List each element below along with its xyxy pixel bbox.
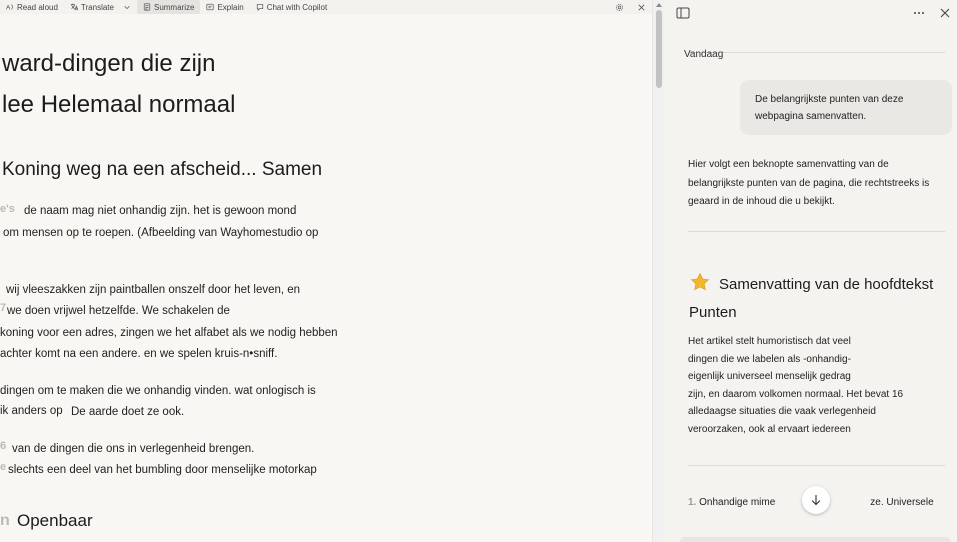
- settings-button[interactable]: [608, 0, 630, 14]
- conversation-date: Vandaag: [684, 49, 724, 60]
- explain-label: Explain: [217, 2, 244, 12]
- paragraph-line: ik anders op: [0, 405, 63, 417]
- chat-with-copilot-button[interactable]: Chat with Copilot: [250, 0, 333, 14]
- scroll-up-icon[interactable]: [656, 2, 662, 8]
- svg-text:A: A: [6, 4, 11, 11]
- paragraph-line: achter komt na een andere. en we spelen …: [0, 348, 278, 360]
- translate-icon: [70, 3, 78, 11]
- summary-body: Het artikel stelt humoristisch dat veel …: [688, 333, 938, 438]
- close-pane-button[interactable]: [938, 6, 952, 20]
- arrow-down-icon: [811, 495, 821, 506]
- divider: [688, 231, 945, 232]
- headline-line-2: lee Helemaal normaal: [2, 91, 236, 118]
- translate-button[interactable]: Translate: [64, 0, 137, 14]
- section-heading: Openbaar: [17, 511, 93, 530]
- chevron-down-icon: [124, 5, 130, 10]
- chat-icon: [256, 4, 263, 11]
- user-message-bubble: De belangrijkste punten van deze webpagi…: [740, 80, 952, 135]
- article-body: ward-dingen die zijn lee Helemaal normaa…: [0, 14, 652, 542]
- settings-icon: [615, 3, 623, 11]
- faded-heading-fragment: e's: [0, 203, 15, 215]
- sidebar-toggle-icon: [676, 7, 690, 19]
- copilot-pane: Vandaag De belangrijkste punten van deze…: [664, 0, 957, 542]
- paragraph-line: de naam mag niet onhandig zijn. het is g…: [24, 205, 297, 217]
- summary-line: veroorzaken, ook al ervaart iedereen: [688, 423, 851, 435]
- faded-heading-fragment: e: [0, 461, 7, 473]
- scroll-to-bottom-button[interactable]: [802, 486, 830, 514]
- list-item-text: ze. Universele: [870, 497, 934, 508]
- explain-button[interactable]: Explain: [200, 0, 249, 14]
- summarize-icon: [143, 3, 151, 11]
- read-aloud-icon: A: [6, 4, 13, 11]
- assistant-intro: Hier volgt een beknopte samenvatting van…: [688, 159, 930, 207]
- article-scrollbar[interactable]: [652, 0, 664, 542]
- summarize-label: Summarize: [153, 2, 195, 12]
- paragraph-line: wij vleeszakken zijn paintballen onszelf…: [6, 284, 301, 296]
- section-heading: Koning weg na een afscheid... Samen: [2, 159, 323, 180]
- summary-line: alledaagse situaties die vaak verlegenhe…: [688, 406, 876, 417]
- translate-label: Translate: [80, 2, 114, 12]
- scrollbar-thumb[interactable]: [656, 10, 662, 88]
- read-aloud-button[interactable]: A Read aloud: [0, 0, 64, 14]
- sidebar-toggle-button[interactable]: [676, 6, 690, 20]
- explain-icon: [206, 3, 214, 11]
- paragraph-line: van de dingen die ons in verlegenheid br…: [12, 443, 255, 455]
- list-item-number: 1.: [688, 497, 697, 508]
- paragraph-line: slechts een deel van het bumbling door m…: [8, 464, 317, 476]
- summary-line: zijn, en daarom volkomen normaal. Het be…: [688, 388, 904, 400]
- paragraph-line: dingen om te maken die we onhandig vinde…: [0, 385, 316, 397]
- list-item-text: Onhandige mime: [699, 497, 776, 508]
- summary-line: Het artikel stelt humoristisch dat veel: [688, 336, 851, 347]
- divider: [688, 52, 945, 53]
- more-icon: [914, 12, 924, 14]
- summarize-button[interactable]: Summarize: [136, 0, 201, 14]
- close-icon: [940, 8, 950, 18]
- paragraph-line: De aarde doet ze ook.: [71, 406, 185, 418]
- faded-heading-fragment: 7: [0, 302, 7, 314]
- chat-input-edge: [680, 537, 951, 542]
- headline-line-1: ward-dingen die zijn: [2, 50, 216, 77]
- summary-line: dingen die we labelen als -onhandig-: [688, 353, 851, 365]
- faded-heading-fragment: n: [0, 512, 10, 529]
- chat-label: Chat with Copilot: [266, 2, 328, 12]
- more-options-button[interactable]: [912, 6, 926, 20]
- paragraph-line: we doen vrijwel hetzelfde. We schakelen …: [7, 305, 230, 317]
- paragraph-line: om mensen op te roepen. (Afbeelding van …: [3, 227, 319, 239]
- divider: [688, 465, 945, 466]
- paragraph-line: koning voor een adres, zingen we het alf…: [0, 327, 338, 339]
- close-icon: [638, 4, 644, 10]
- summary-line: eigenlijk universeel menselijk gedrag: [688, 371, 851, 382]
- close-reader-button[interactable]: [630, 0, 652, 14]
- faded-heading-fragment: 6: [0, 440, 7, 452]
- summary-title: Samenvatting van de hoofdtekst Punten: [689, 276, 934, 321]
- reader-toolbar: A Read aloud Translate Summarize Explain…: [0, 0, 652, 14]
- read-aloud-label: Read aloud: [17, 2, 58, 12]
